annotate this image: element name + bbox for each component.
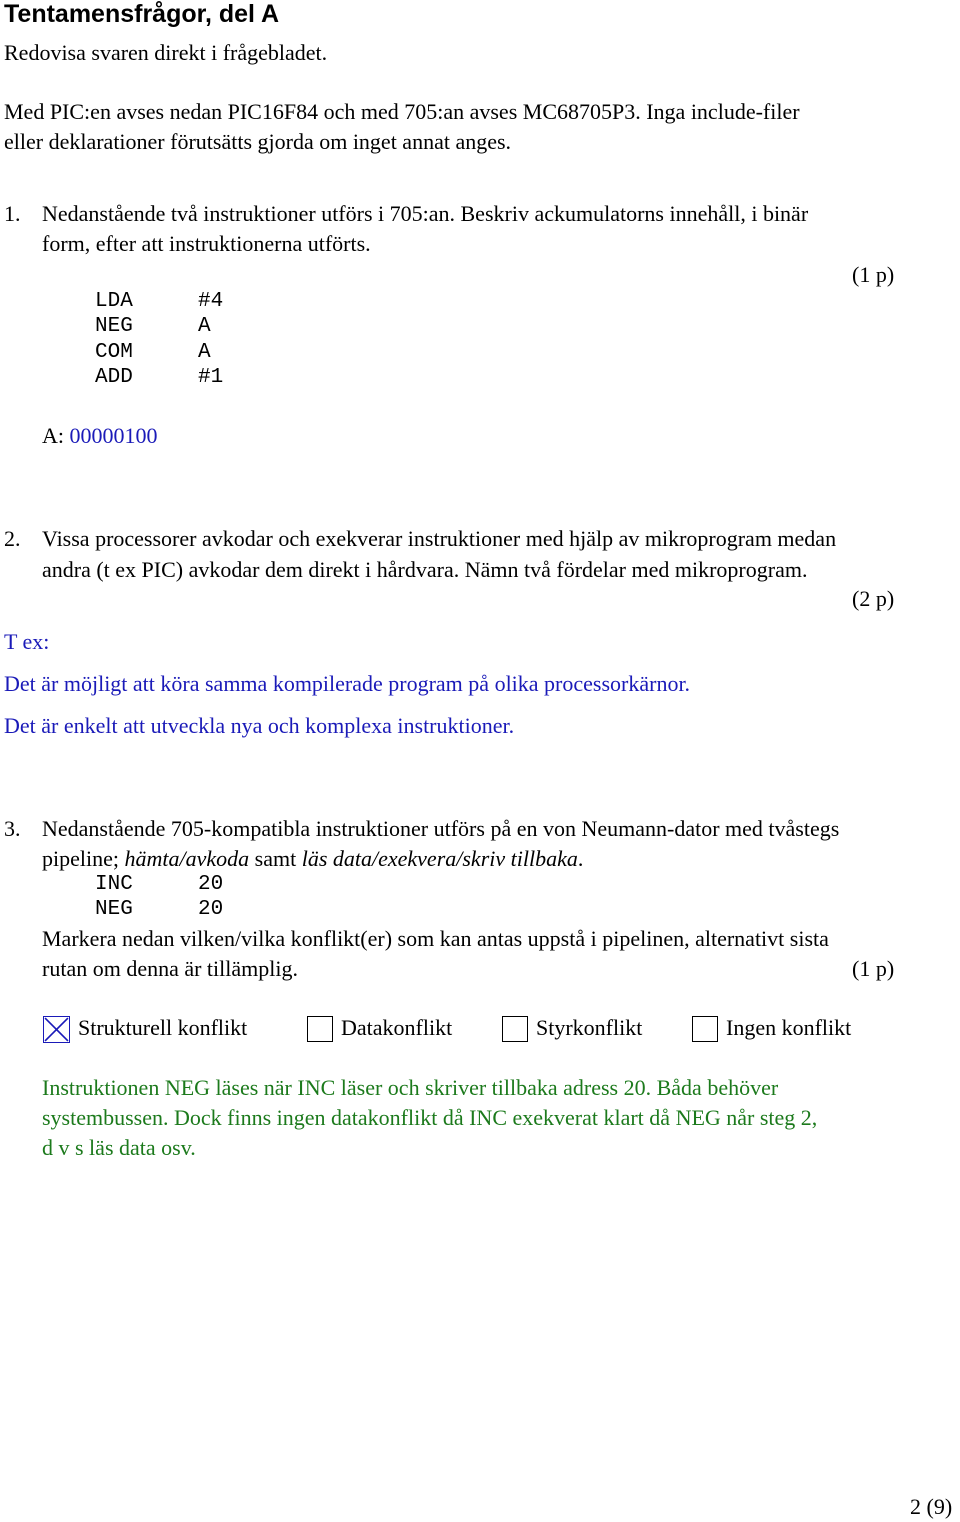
code-arg: 20: [198, 873, 224, 896]
question-2-text-line-1: Vissa processorer avkodar och exekverar …: [42, 526, 837, 551]
text-segment: samt: [249, 846, 302, 871]
question-3-answer-line-3: d v s läs data osv.: [42, 1135, 196, 1160]
intro-line-1: Med PIC:en avses nedan PIC16F84 och med …: [4, 99, 800, 124]
code-arg: #1: [198, 366, 224, 389]
question-3-text-line-1: Nedanstående 705-kompatibla instruktione…: [42, 816, 840, 841]
text-segment: .: [577, 846, 584, 871]
answer-value: 00000100: [69, 423, 158, 448]
stage-2-name: läs data/exekvera/skriv tillbaka: [301, 846, 578, 871]
code-op: NEG: [95, 898, 133, 921]
checkbox-data-conflict[interactable]: [307, 1016, 333, 1042]
question-3-text-line-4: rutan om denna är tillämplig.: [42, 956, 298, 981]
code-arg: A: [198, 315, 211, 338]
checkbox-structural-conflict[interactable]: [43, 1016, 70, 1043]
question-2-points: (2 p): [852, 586, 895, 611]
question-3-answer-line-2: systembussen. Dock finns ingen datakonfl…: [42, 1105, 818, 1130]
question-1-points: (1 p): [852, 262, 895, 287]
question-3-text-line-3: Markera nedan vilken/vilka konflikt(er) …: [42, 926, 829, 951]
checkbox-control-conflict[interactable]: [502, 1016, 528, 1042]
code-op: LDA: [95, 290, 133, 313]
checkbox-label: Strukturell konflikt: [78, 1015, 248, 1040]
question-1-answer: A: 00000100: [42, 423, 158, 449]
question-3-text-line-2: pipeline; hämta/avkoda samt läs data/exe…: [42, 846, 583, 872]
intro-line-2: eller deklarationer förutsätts gjorda om…: [4, 129, 512, 154]
stage-1-name: hämta/avkoda: [124, 846, 250, 871]
question-2-answer-1: Det är möjligt att köra samma kompilerad…: [4, 671, 691, 696]
question-1-text-line-1: Nedanstående två instruktioner utförs i …: [42, 201, 809, 226]
question-2-answer-2: Det är enkelt att utveckla nya och kompl…: [4, 713, 515, 738]
code-arg: A: [198, 341, 211, 364]
text-segment: pipeline;: [42, 846, 125, 871]
checkbox-label: Ingen konflikt: [726, 1015, 852, 1040]
code-op: ADD: [95, 366, 133, 389]
question-3-number: 3.: [4, 816, 21, 841]
question-3-answer-line-1: Instruktionen NEG läses när INC läser oc…: [42, 1075, 779, 1100]
page-title: Tentamensfrågor, del A: [4, 0, 280, 28]
code-op: COM: [95, 341, 133, 364]
code-op: INC: [95, 873, 133, 896]
question-2-answer-intro: T ex:: [4, 629, 50, 654]
code-arg: #4: [198, 290, 224, 313]
question-1-text-line-2: form, efter att instruktionerna utförts.: [42, 231, 371, 256]
answer-label: A:: [42, 423, 64, 448]
instructions-subtitle: Redovisa svaren direkt i frågebladet.: [4, 40, 328, 65]
question-2-number: 2.: [4, 526, 21, 551]
checkbox-label: Datakonflikt: [341, 1015, 453, 1040]
code-op: NEG: [95, 315, 133, 338]
checkbox-label: Styrkonflikt: [536, 1015, 643, 1040]
code-arg: 20: [198, 898, 224, 921]
checkbox-no-conflict[interactable]: [692, 1016, 718, 1042]
page-number: 2 (9): [910, 1494, 953, 1519]
x-mark-icon: [44, 1017, 69, 1042]
question-3-points: (1 p): [852, 956, 895, 981]
question-1-number: 1.: [4, 201, 21, 226]
question-2-text-line-2: andra (t ex PIC) avkodar dem direkt i hå…: [42, 557, 808, 582]
